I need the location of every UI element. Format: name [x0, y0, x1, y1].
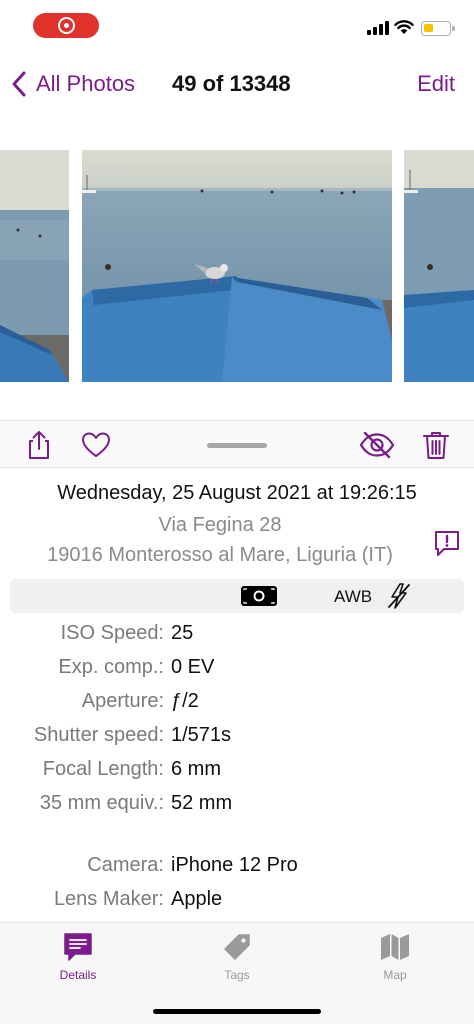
tab-label: Map	[383, 968, 407, 982]
spec-iso: ISO Speed: 25	[0, 622, 474, 652]
address-street[interactable]: Via Fegina 28	[0, 514, 440, 537]
back-button[interactable]: All Photos	[10, 70, 135, 98]
status-bar	[0, 0, 474, 52]
share-icon[interactable]	[23, 429, 55, 461]
white-balance-label: AWB	[334, 587, 373, 606]
spec-value: 52 mm	[171, 792, 233, 814]
details-icon	[64, 933, 92, 961]
spec-value: 0 EV	[171, 656, 215, 678]
spec-exposure-compensation: Exp. comp.: 0 EV	[0, 656, 474, 686]
previous-photo[interactable]	[0, 150, 69, 382]
spec-value: 6 mm	[171, 758, 221, 780]
flash-off-icon	[388, 583, 410, 609]
edit-button[interactable]: Edit	[417, 71, 455, 97]
spec-focal-length: Focal Length: 6 mm	[0, 758, 474, 788]
tab-label: Details	[59, 968, 97, 982]
spec-label: Focal Length:	[42, 758, 164, 780]
spec-label: Shutter speed:	[33, 724, 164, 746]
tag-icon	[224, 934, 250, 960]
next-photo[interactable]	[404, 150, 474, 382]
spec-shutter-speed: Shutter speed: 1/571s	[0, 724, 474, 754]
spec-label: ISO Speed:	[60, 622, 164, 644]
photo-counter: 49 of 13348	[172, 71, 291, 96]
spec-value: 25	[171, 622, 194, 644]
trash-icon[interactable]	[420, 429, 452, 461]
current-photo[interactable]	[82, 150, 392, 382]
spec-label: Camera:	[87, 854, 164, 876]
details-drag-handle[interactable]	[207, 443, 267, 448]
spec-value: Apple	[171, 888, 223, 910]
spec-camera: Camera: iPhone 12 Pro	[0, 854, 474, 884]
spec-label: Lens Maker:	[53, 888, 164, 910]
cellular-signal-icon	[367, 21, 389, 35]
photo-carousel[interactable]	[0, 150, 474, 382]
photo-date: Wednesday, 25 August 2021 at 19:26:15	[57, 482, 417, 504]
report-issue-icon[interactable]	[432, 528, 462, 558]
spec-label: 35 mm equiv.:	[39, 792, 164, 814]
screen-recording-indicator[interactable]	[33, 13, 99, 38]
tab-tags[interactable]: Tags	[197, 931, 277, 991]
battery-icon	[421, 21, 455, 36]
map-icon	[381, 934, 409, 960]
spec-value: ƒ/2	[171, 690, 199, 712]
hide-icon[interactable]	[359, 429, 395, 461]
spec-value: 1/571s	[171, 724, 232, 746]
tab-label: Tags	[224, 968, 250, 982]
wifi-icon	[394, 20, 414, 34]
navigation-bar: All Photos 49 of 13348 Edit	[0, 60, 474, 108]
capture-info-bar: AWB	[10, 579, 464, 613]
chevron-left-icon	[12, 71, 26, 97]
photo-toolbar	[0, 420, 474, 468]
spec-value: iPhone 12 Pro	[171, 854, 298, 876]
address-city[interactable]: 19016 Monterosso al Mare, Liguria (IT)	[0, 544, 440, 567]
spec-aperture: Aperture: ƒ/2	[0, 690, 474, 720]
spec-lens-maker: Lens Maker: Apple	[0, 888, 474, 918]
home-indicator[interactable]	[153, 1009, 321, 1014]
spec-label: Exp. comp.:	[58, 656, 164, 678]
spec-35mm-equivalent: 35 mm equiv.: 52 mm	[0, 792, 474, 822]
record-icon	[58, 17, 75, 34]
tab-details[interactable]: Details	[38, 931, 118, 991]
spec-label: Aperture:	[81, 690, 164, 712]
tab-map[interactable]: Map	[355, 931, 435, 991]
metering-mode-icon	[241, 586, 277, 606]
back-button-label: All Photos	[36, 71, 136, 96]
tab-bar: Details Tags Map	[0, 922, 474, 1024]
heart-icon[interactable]	[80, 429, 112, 461]
